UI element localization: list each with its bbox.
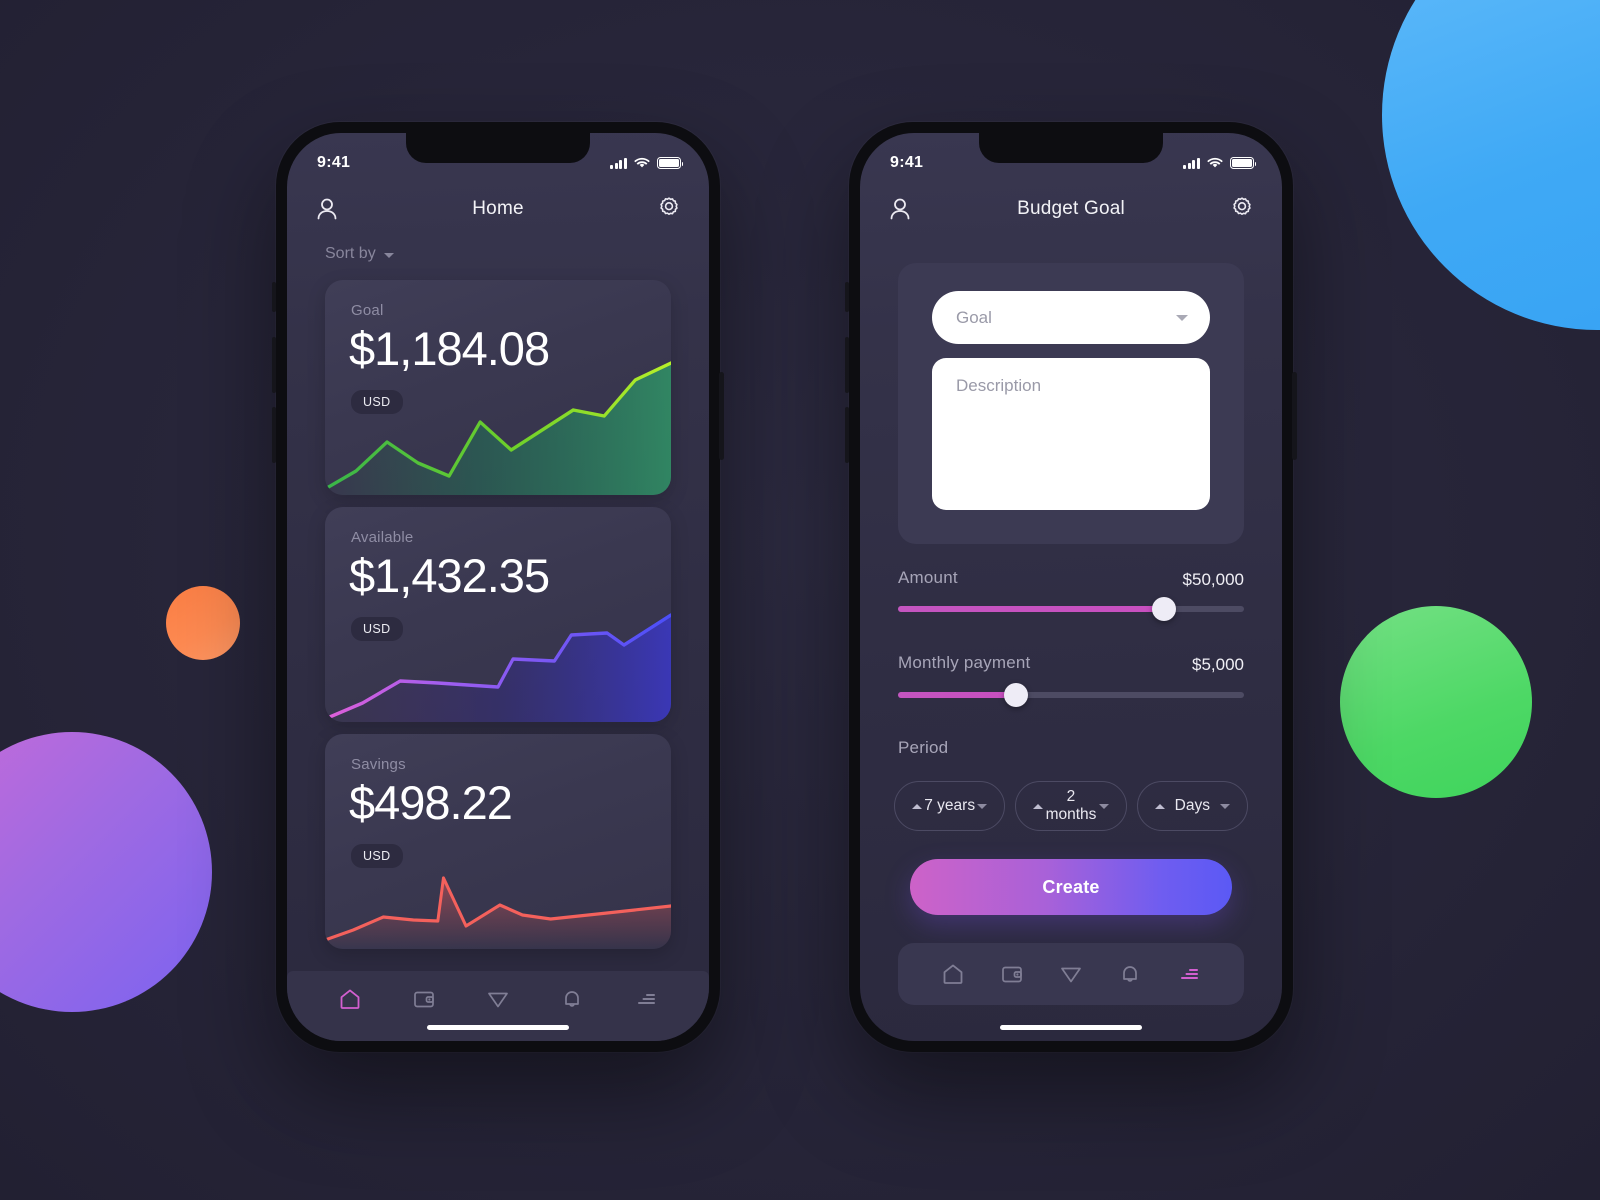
caret-up-icon[interactable]: [912, 803, 922, 809]
battery-icon: [1230, 157, 1257, 169]
mute-switch: [845, 282, 849, 312]
phone-home: 9:41 Home Sort by Goal $1,184.08 USD Ava…: [272, 122, 724, 1052]
slider-knob[interactable]: [1152, 597, 1177, 621]
balance-card-savings[interactable]: Savings $498.22 USD: [325, 734, 671, 949]
nav-wallet-icon[interactable]: [995, 957, 1029, 991]
home-screen: 9:41 Home Sort by Goal $1,184.08 USD Ava…: [287, 133, 709, 1041]
decorative-circle-orange: [166, 586, 240, 660]
goal-form-card: Goal Description: [898, 263, 1244, 544]
nav-wallet-icon[interactable]: [407, 982, 441, 1016]
sort-by-label: Sort by: [325, 245, 376, 262]
period-label: Period: [898, 738, 949, 757]
balance-card-goal[interactable]: Goal $1,184.08 USD: [325, 280, 671, 495]
slider-knob[interactable]: [1003, 683, 1028, 707]
bottom-nav: [898, 943, 1244, 1005]
power-button: [1292, 372, 1297, 460]
card-label: Savings: [351, 756, 406, 773]
goal-select-placeholder: Goal: [956, 307, 992, 327]
status-bar: 9:41: [287, 133, 709, 181]
cellular-bars-icon: [610, 157, 627, 169]
profile-icon[interactable]: [886, 195, 914, 223]
status-bar: 9:41: [860, 133, 1282, 181]
volume-down-button: [845, 407, 849, 463]
monthly-payment-value: $5,000: [1192, 655, 1244, 674]
period-days-stepper[interactable]: Days: [1136, 781, 1248, 831]
nav-home-icon[interactable]: [936, 957, 970, 991]
gear-icon[interactable]: [655, 195, 683, 223]
chevron-down-icon: [383, 252, 394, 258]
decorative-circle-purple: [0, 732, 212, 1012]
slider-fill: [898, 692, 1016, 698]
status-clock: 9:41: [317, 154, 351, 171]
description-textarea[interactable]: Description: [932, 358, 1210, 510]
amount-value: $50,000: [1182, 570, 1244, 589]
wifi-icon: [634, 157, 650, 168]
battery-icon: [657, 157, 684, 169]
period-years-value: 7 years: [924, 797, 976, 814]
volume-up-button: [845, 337, 849, 393]
create-button[interactable]: Create: [910, 859, 1232, 915]
chevron-down-icon: [1176, 314, 1188, 321]
canvas: 9:41 Home Sort by Goal $1,184.08 USD Ava…: [0, 0, 1600, 1200]
bottom-nav: [287, 971, 709, 1041]
page-title: Budget Goal: [1017, 198, 1125, 219]
savings-chart: [325, 814, 671, 949]
nav-home-icon[interactable]: [333, 982, 367, 1016]
nav-bell-icon[interactable]: [555, 982, 589, 1016]
sort-by-control[interactable]: Sort by: [325, 245, 394, 263]
home-appbar: Home: [287, 181, 709, 237]
amount-label: Amount: [898, 568, 958, 587]
caret-down-icon[interactable]: [977, 803, 988, 809]
volume-down-button: [272, 407, 276, 463]
period-selectors: 7 years 2 months Days: [894, 781, 1248, 831]
period-days-value: Days: [1174, 797, 1210, 814]
balance-card-list: Goal $1,184.08 USD Available $1,432.35 U…: [287, 280, 709, 1041]
balance-card-available[interactable]: Available $1,432.35 USD: [325, 507, 671, 722]
gear-icon[interactable]: [1228, 195, 1256, 223]
wifi-icon: [1207, 157, 1223, 168]
mute-switch: [272, 282, 276, 312]
slider-fill: [898, 606, 1165, 612]
nav-paper-plane-icon[interactable]: [481, 982, 515, 1016]
budget-appbar: Budget Goal: [860, 181, 1282, 237]
decorative-circle-green: [1340, 606, 1532, 798]
home-indicator: [427, 1025, 569, 1030]
monthly-payment-slider[interactable]: [898, 683, 1244, 707]
volume-up-button: [272, 337, 276, 393]
goal-chart: [325, 360, 671, 495]
period-months-value: 2 months: [1045, 788, 1097, 823]
decorative-circle-blue: [1382, 0, 1600, 330]
caret-down-icon[interactable]: [1219, 803, 1230, 809]
amount-slider[interactable]: [898, 597, 1244, 621]
caret-down-icon[interactable]: [1098, 803, 1109, 809]
available-chart: [325, 587, 671, 722]
card-label: Available: [351, 529, 414, 546]
goal-select[interactable]: Goal: [932, 291, 1210, 344]
period-years-stepper[interactable]: 7 years: [894, 781, 1006, 831]
nav-menu-lines-icon[interactable]: [629, 982, 663, 1016]
monthly-payment-label: Monthly payment: [898, 653, 1031, 672]
cellular-bars-icon: [1183, 157, 1200, 169]
description-placeholder: Description: [956, 376, 1042, 395]
budget-goal-screen: 9:41 Budget Goal Goal Description Amount…: [860, 133, 1282, 1041]
card-label: Goal: [351, 302, 384, 319]
caret-up-icon[interactable]: [1033, 803, 1044, 809]
nav-bell-icon[interactable]: [1113, 957, 1147, 991]
status-clock: 9:41: [890, 154, 924, 171]
caret-up-icon[interactable]: [1154, 803, 1165, 809]
nav-menu-lines-icon[interactable]: [1172, 957, 1206, 991]
home-indicator: [1000, 1025, 1142, 1030]
power-button: [719, 372, 724, 460]
page-title: Home: [472, 198, 524, 219]
phone-budget: 9:41 Budget Goal Goal Description Amount…: [845, 122, 1297, 1052]
profile-icon[interactable]: [313, 195, 341, 223]
nav-paper-plane-icon[interactable]: [1054, 957, 1088, 991]
period-months-stepper[interactable]: 2 months: [1015, 781, 1127, 831]
